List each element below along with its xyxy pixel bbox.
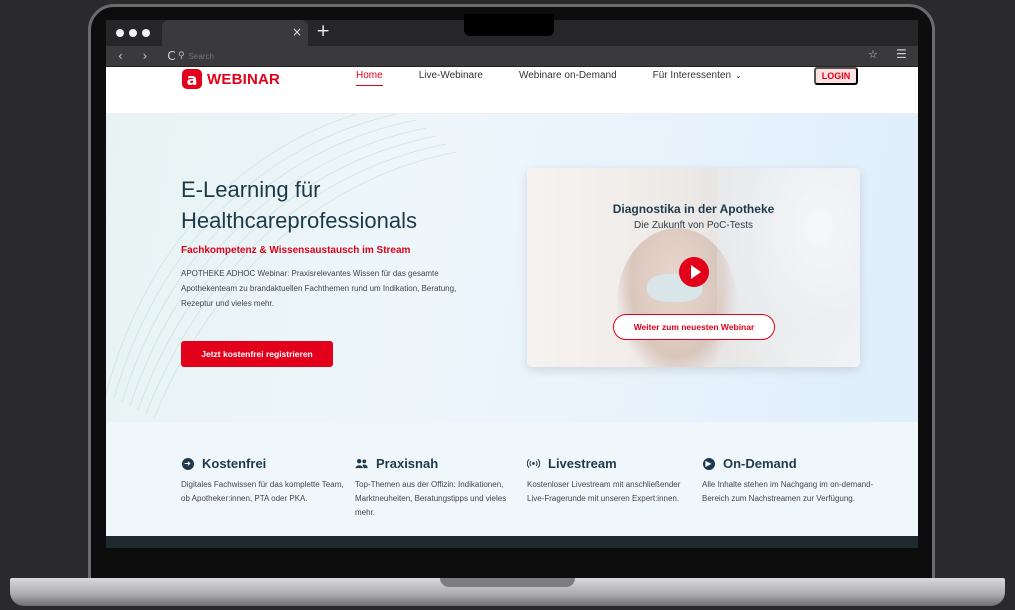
latest-webinar-button[interactable]: Weiter zum neuesten Webinar — [613, 314, 775, 340]
menu-icon[interactable]: ☰ — [896, 47, 907, 61]
play-circle-icon: ▶ — [702, 457, 715, 470]
feature-title: On-Demand — [723, 456, 797, 471]
feature-title: Livestream — [548, 456, 617, 471]
login-button[interactable]: LOGIN — [814, 67, 858, 85]
hero-title-line1: E-Learning für — [181, 177, 321, 202]
feature-text: Alle Inhalte stehen im Nachgang im on-de… — [702, 480, 874, 503]
browser-url-bar: ‹ › C ⚲ ☆ ☰ — [106, 46, 918, 66]
window-dot-close[interactable] — [116, 29, 124, 37]
video-card[interactable]: Diagnostika in der Apotheke Die Zukunft … — [527, 168, 860, 367]
hero-title: E-Learning für Healthcareprofessionals — [181, 174, 501, 236]
search-input[interactable] — [188, 51, 489, 61]
feature-text: Top-Themen aus der Offizin: Indikationen… — [355, 480, 507, 517]
window-dot-minimize[interactable] — [129, 29, 137, 37]
hero-section: E-Learning für Healthcareprofessionals F… — [106, 114, 918, 422]
users-icon — [355, 457, 368, 470]
logo-mark: a — [182, 69, 202, 89]
feature-title: Kostenfrei — [202, 456, 267, 471]
feature-text: Kostenloser Livestream mit anschließende… — [527, 480, 681, 503]
browser-nav-buttons[interactable]: ‹ › C — [118, 49, 184, 63]
video-title: Diagnostika in der Apotheke — [612, 202, 775, 216]
feature-praxisnah: Praxisnah Top-Themen aus der Offizin: In… — [355, 456, 527, 520]
main-nav: Home Live-Webinare Webinare on-Demand Fü… — [356, 70, 778, 86]
close-icon[interactable]: × — [292, 25, 302, 39]
search-box[interactable]: ⚲ — [178, 49, 878, 63]
broadcast-icon — [527, 457, 540, 470]
feature-heading: Livestream — [527, 456, 699, 471]
camera-notch — [464, 14, 554, 36]
nav-item-label: Für Interessenten — [652, 70, 732, 81]
play-button[interactable] — [679, 257, 709, 287]
site-header: a WEBINAR Home Live-Webinare Webinare on… — [106, 66, 918, 114]
feature-title: Praxisnah — [376, 456, 439, 471]
play-icon — [690, 265, 701, 279]
hero-title-line2: Healthcareprofessionals — [181, 208, 418, 233]
laptop-frame: × + ‹ › C ⚲ ☆ ☰ a WEBINAR Home Live-Webi… — [0, 0, 1015, 610]
bookmark-star-icon[interactable]: ☆ — [868, 48, 878, 61]
window-controls[interactable] — [116, 29, 150, 37]
footer-strip — [106, 536, 918, 548]
nav-item-fuer-interessenten[interactable]: Für Interessenten ⌄ — [653, 70, 742, 86]
logo-text: WEBINAR — [207, 70, 281, 88]
window-dot-maximize[interactable] — [142, 29, 150, 37]
nav-item-webinare-on-demand[interactable]: Webinare on-Demand — [519, 70, 617, 86]
feature-livestream: Livestream Kostenloser Livestream mit an… — [527, 456, 699, 506]
feature-heading: ➜ Kostenfrei — [181, 456, 353, 471]
feature-kostenfrei: ➜ Kostenfrei Digitales Fachwissen für da… — [181, 456, 353, 506]
hero-description: APOTHEKE ADHOC Webinar: Praxisrelevantes… — [181, 269, 457, 308]
hero-subtitle: Fachkompetenz & Wissensaustausch im Stre… — [181, 245, 411, 256]
arrow-right-circle-icon: ➜ — [181, 457, 194, 470]
register-button[interactable]: Jetzt kostenfrei registrieren — [181, 341, 333, 367]
screen: × + ‹ › C ⚲ ☆ ☰ a WEBINAR Home Live-Webi… — [106, 20, 918, 548]
logo[interactable]: a WEBINAR — [182, 69, 280, 89]
browser-tab[interactable] — [162, 20, 308, 46]
feature-text: Digitales Fachwissen für das komplette T… — [181, 480, 344, 503]
features-section: ➜ Kostenfrei Digitales Fachwissen für da… — [106, 422, 918, 536]
chevron-down-icon: ⌄ — [735, 71, 742, 80]
nav-item-live-webinare[interactable]: Live-Webinare — [419, 70, 483, 86]
new-tab-icon[interactable]: + — [316, 21, 330, 41]
feature-heading: ▶ On-Demand — [702, 456, 874, 471]
search-icon: ⚲ — [178, 51, 185, 61]
feature-heading: Praxisnah — [355, 456, 527, 471]
feature-on-demand: ▶ On-Demand Alle Inhalte stehen im Nachg… — [702, 456, 874, 506]
video-subtitle: Die Zukunft von PoC-Tests — [634, 220, 753, 231]
laptop-base-groove — [440, 578, 575, 587]
nav-item-home[interactable]: Home — [356, 70, 383, 86]
